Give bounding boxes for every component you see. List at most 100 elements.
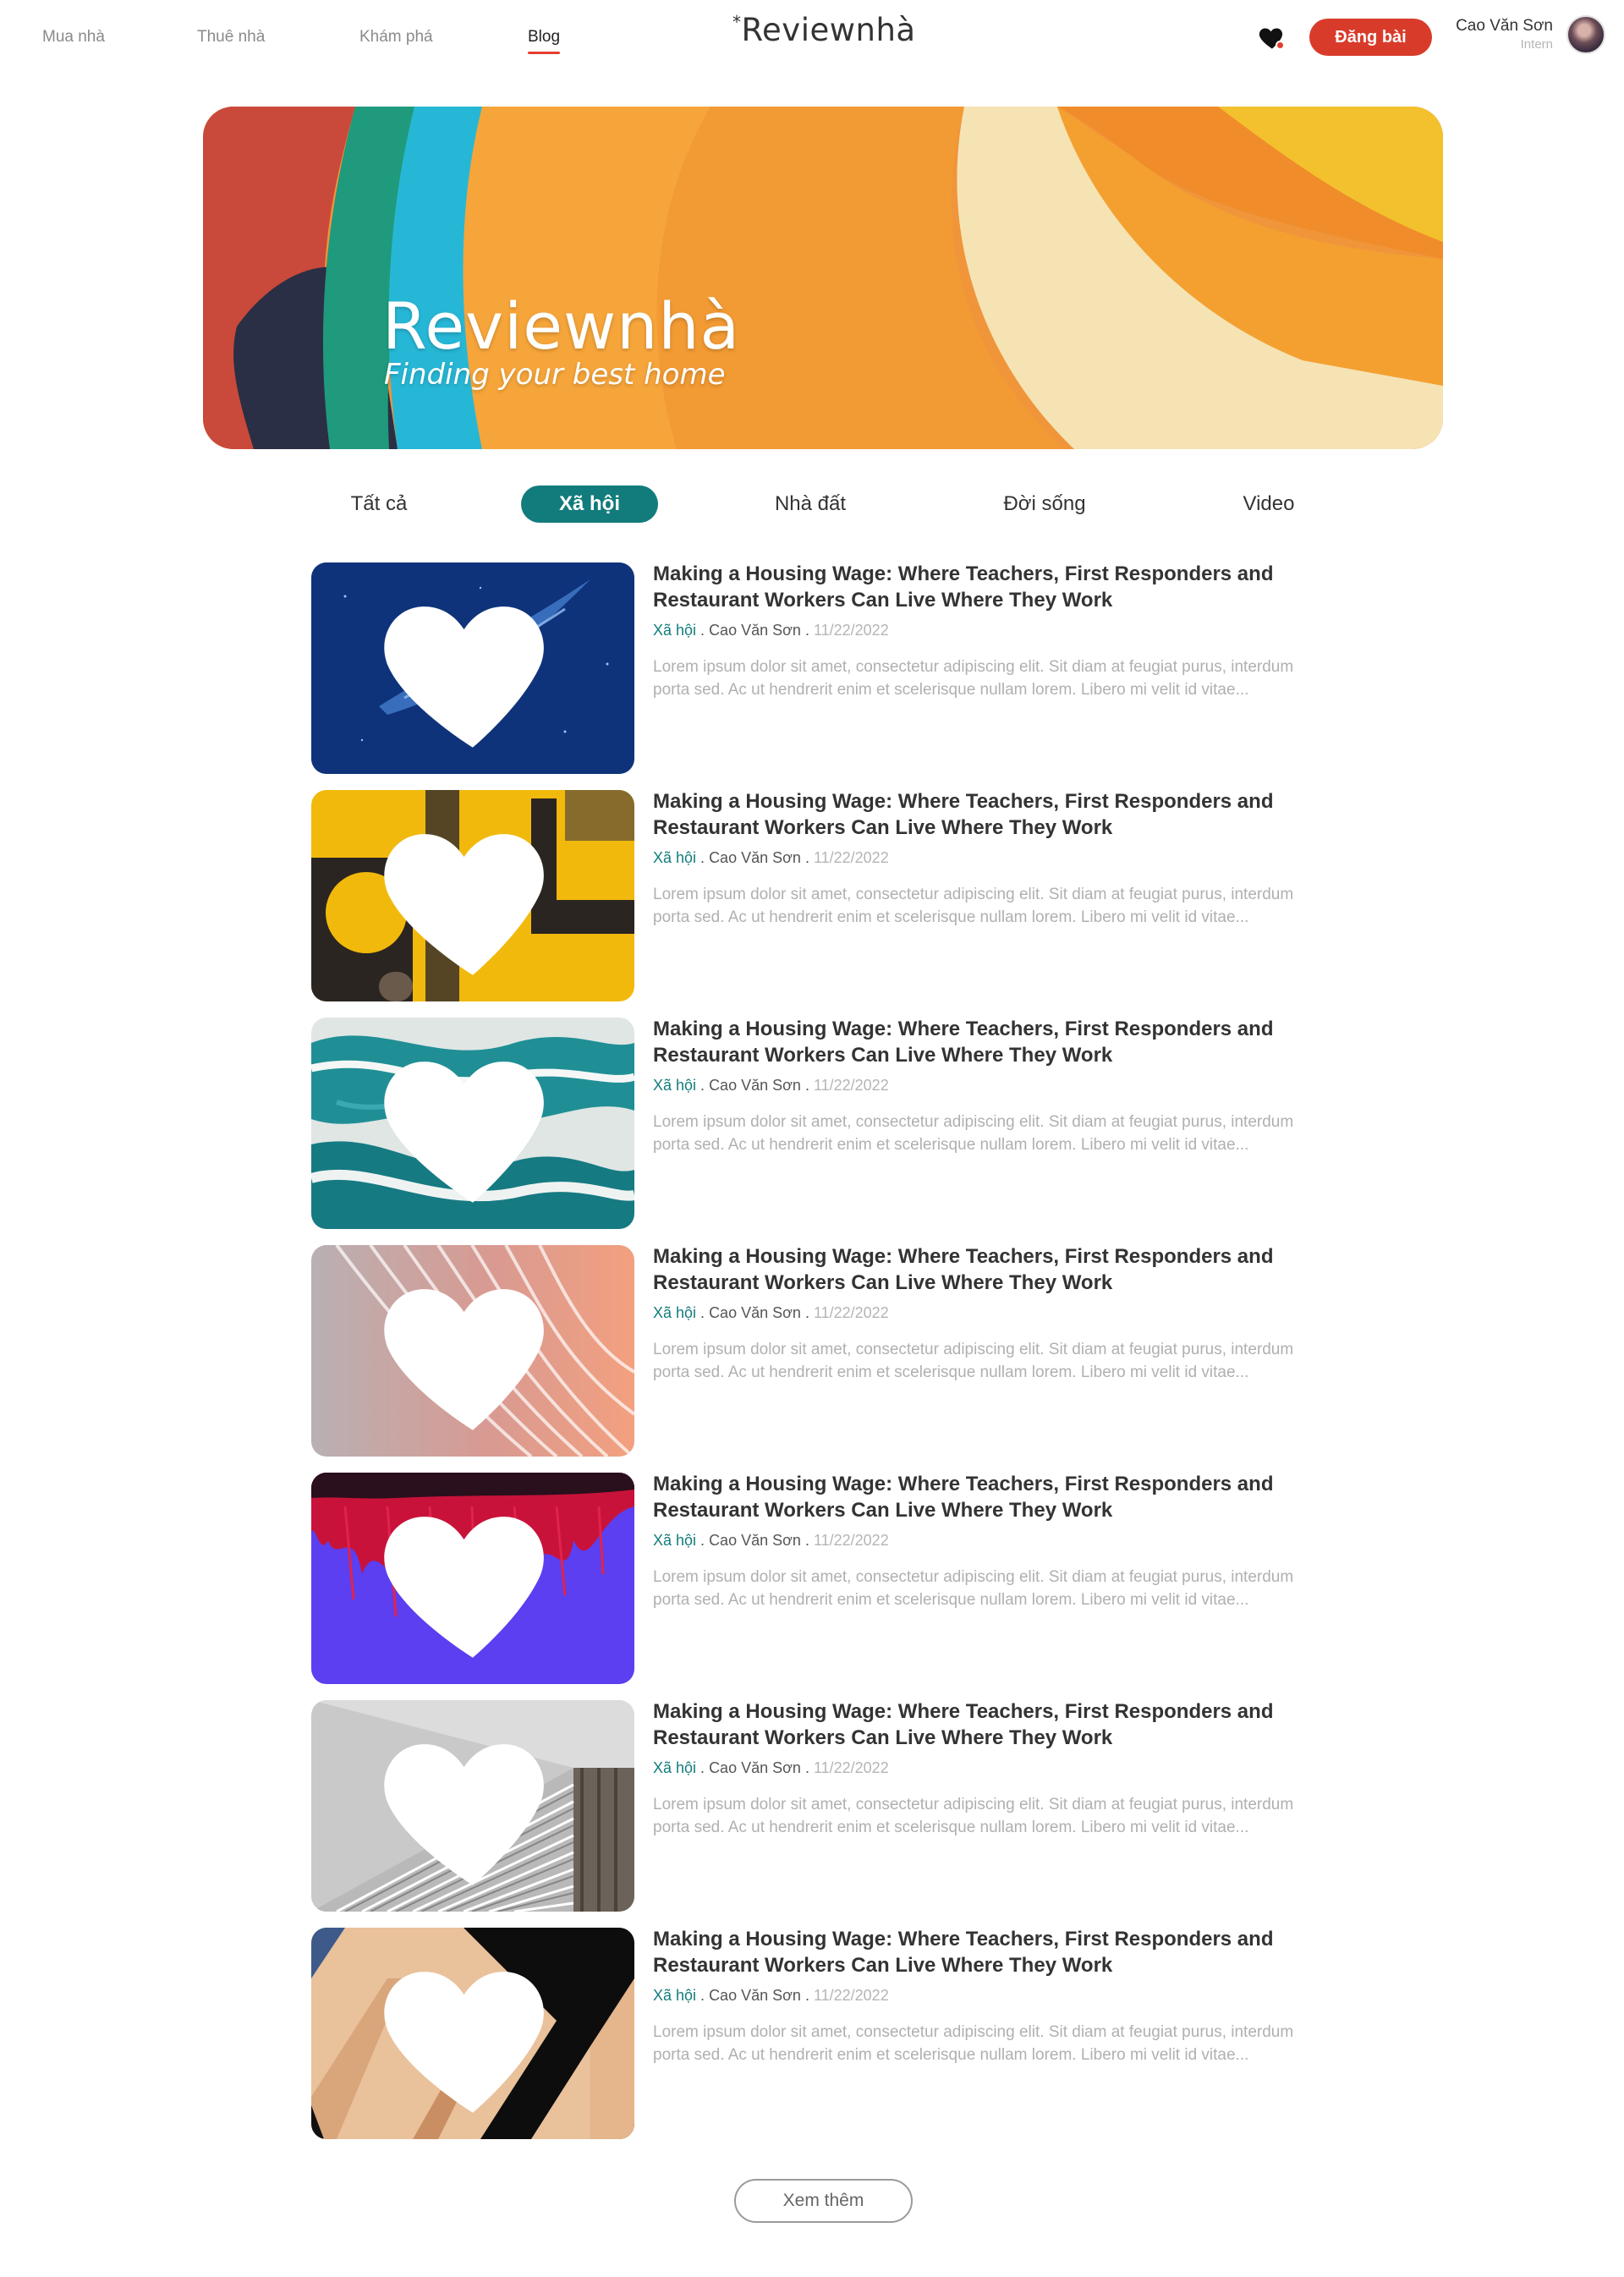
meta-separator: . bbox=[696, 622, 710, 639]
article-thumbnail[interactable] bbox=[311, 1473, 634, 1684]
article-category[interactable]: Xã hội bbox=[653, 622, 696, 639]
nav-blog[interactable]: Blog bbox=[528, 28, 561, 54]
article-title[interactable]: Making a Housing Wage: Where Teachers, F… bbox=[653, 1698, 1321, 1751]
article-card: Making a Housing Wage: Where Teachers, F… bbox=[311, 1928, 1326, 2139]
article-excerpt: Lorem ipsum dolor sit amet, consectetur … bbox=[653, 1568, 1294, 1609]
meta-separator: . bbox=[696, 1304, 710, 1321]
article-author: Cao Văn Sơn bbox=[709, 622, 801, 639]
meta-separator: . bbox=[696, 849, 710, 866]
article-author: Cao Văn Sơn bbox=[709, 1077, 801, 1094]
banner-subtitle: Finding your best home bbox=[384, 358, 726, 392]
heart-icon[interactable] bbox=[311, 562, 634, 774]
meta-separator: . bbox=[696, 1987, 710, 2004]
article-meta: Xã hội . Cao Văn Sơn . 11/22/2022 bbox=[653, 1759, 889, 1777]
logo-mark: * bbox=[732, 12, 742, 32]
article-title[interactable]: Making a Housing Wage: Where Teachers, F… bbox=[653, 1016, 1321, 1068]
article-category[interactable]: Xã hội bbox=[653, 849, 696, 866]
meta-separator: . bbox=[800, 1077, 814, 1094]
hero-banner: Reviewnhà Finding your best home bbox=[203, 107, 1443, 449]
article-date: 11/22/2022 bbox=[813, 1077, 889, 1094]
heart-icon[interactable] bbox=[311, 790, 634, 1001]
article-date: 11/22/2022 bbox=[813, 1304, 889, 1321]
meta-separator: . bbox=[696, 1759, 710, 1776]
article-excerpt: Lorem ipsum dolor sit amet, consectetur … bbox=[653, 658, 1294, 699]
article-thumbnail[interactable] bbox=[311, 1928, 634, 2139]
article-date: 11/22/2022 bbox=[813, 1759, 889, 1776]
article-category[interactable]: Xã hội bbox=[653, 1304, 696, 1321]
article-excerpt: Lorem ipsum dolor sit amet, consectetur … bbox=[653, 1796, 1294, 1836]
article-category[interactable]: Xã hội bbox=[653, 1759, 696, 1776]
article-meta: Xã hội . Cao Văn Sơn . 11/22/2022 bbox=[653, 849, 889, 867]
article-excerpt: Lorem ipsum dolor sit amet, consectetur … bbox=[653, 1113, 1294, 1154]
meta-separator: . bbox=[800, 1532, 814, 1549]
article-card: Making a Housing Wage: Where Teachers, F… bbox=[311, 1018, 1326, 1229]
article-meta: Xã hội . Cao Văn Sơn . 11/22/2022 bbox=[653, 622, 889, 639]
heart-icon[interactable] bbox=[311, 1928, 634, 2139]
avatar bbox=[1566, 15, 1605, 54]
article-card: Making a Housing Wage: Where Teachers, F… bbox=[311, 562, 1326, 774]
top-navbar: Mua nhà Thuê nhà Khám phá Blog *Reviewnh… bbox=[0, 0, 1624, 76]
favorites-button[interactable] bbox=[1257, 22, 1287, 52]
banner-artwork bbox=[203, 107, 1443, 449]
article-thumbnail[interactable] bbox=[311, 1245, 634, 1457]
article-date: 11/22/2022 bbox=[813, 849, 889, 866]
tab-nha-dat[interactable]: Nhà đất bbox=[760, 486, 861, 523]
logo-text: Reviewnhà bbox=[741, 12, 916, 48]
load-more-button[interactable]: Xem thêm bbox=[734, 2179, 913, 2223]
tab-doi-song[interactable]: Đời sống bbox=[990, 486, 1100, 523]
heart-icon[interactable] bbox=[311, 1245, 634, 1457]
article-excerpt: Lorem ipsum dolor sit amet, consectetur … bbox=[653, 886, 1294, 926]
article-thumbnail[interactable] bbox=[311, 1018, 634, 1229]
article-excerpt: Lorem ipsum dolor sit amet, consectetur … bbox=[653, 2023, 1294, 2064]
tab-video[interactable]: Video bbox=[1231, 486, 1307, 523]
article-date: 11/22/2022 bbox=[813, 622, 889, 639]
meta-separator: . bbox=[696, 1077, 710, 1094]
meta-separator: . bbox=[800, 849, 814, 866]
banner-title: Reviewnhà bbox=[382, 288, 741, 364]
user-name: Cao Văn Sơn bbox=[1456, 17, 1553, 35]
article-title[interactable]: Making a Housing Wage: Where Teachers, F… bbox=[653, 788, 1321, 841]
article-card: Making a Housing Wage: Where Teachers, F… bbox=[311, 1700, 1326, 1912]
article-date: 11/22/2022 bbox=[813, 1987, 889, 2004]
article-category[interactable]: Xã hội bbox=[653, 1077, 696, 1094]
article-author: Cao Văn Sơn bbox=[709, 1532, 801, 1549]
article-date: 11/22/2022 bbox=[813, 1532, 889, 1549]
article-title[interactable]: Making a Housing Wage: Where Teachers, F… bbox=[653, 1471, 1321, 1523]
article-meta: Xã hội . Cao Văn Sơn . 11/22/2022 bbox=[653, 1532, 889, 1550]
article-thumbnail[interactable] bbox=[311, 562, 634, 774]
user-profile[interactable]: Cao Văn Sơn Intern bbox=[1453, 15, 1605, 58]
heart-icon[interactable] bbox=[311, 1018, 634, 1229]
nav-kham-pha[interactable]: Khám phá bbox=[359, 28, 433, 47]
article-category[interactable]: Xã hội bbox=[653, 1987, 696, 2004]
nav-mua-nha[interactable]: Mua nhà bbox=[42, 28, 105, 47]
article-card: Making a Housing Wage: Where Teachers, F… bbox=[311, 1245, 1326, 1457]
article-author: Cao Văn Sơn bbox=[709, 849, 801, 866]
site-logo[interactable]: *Reviewnhà bbox=[732, 12, 916, 48]
meta-separator: . bbox=[800, 1759, 814, 1776]
category-tabs: Tất cả Xã hội Nhà đất Đời sống Video bbox=[0, 486, 1624, 524]
article-card: Making a Housing Wage: Where Teachers, F… bbox=[311, 790, 1326, 1001]
article-thumbnail[interactable] bbox=[311, 1700, 634, 1912]
article-thumbnail[interactable] bbox=[311, 790, 634, 1001]
article-title[interactable]: Making a Housing Wage: Where Teachers, F… bbox=[653, 1243, 1321, 1296]
article-excerpt: Lorem ipsum dolor sit amet, consectetur … bbox=[653, 1341, 1294, 1381]
heart-icon[interactable] bbox=[311, 1473, 634, 1684]
article-title[interactable]: Making a Housing Wage: Where Teachers, F… bbox=[653, 561, 1321, 613]
article-category[interactable]: Xã hội bbox=[653, 1532, 696, 1549]
meta-separator: . bbox=[800, 622, 814, 639]
article-meta: Xã hội . Cao Văn Sơn . 11/22/2022 bbox=[653, 1987, 889, 2005]
meta-separator: . bbox=[800, 1987, 814, 2004]
meta-separator: . bbox=[800, 1304, 814, 1321]
nav-thue-nha[interactable]: Thuê nhà bbox=[197, 28, 265, 47]
heart-icon[interactable] bbox=[311, 1700, 634, 1912]
tab-tat-ca[interactable]: Tất cả bbox=[332, 486, 425, 523]
notification-dot bbox=[1276, 41, 1285, 50]
article-meta: Xã hội . Cao Văn Sơn . 11/22/2022 bbox=[653, 1304, 889, 1322]
tab-xa-hoi[interactable]: Xã hội bbox=[521, 486, 658, 523]
article-meta: Xã hội . Cao Văn Sơn . 11/22/2022 bbox=[653, 1077, 889, 1095]
article-card: Making a Housing Wage: Where Teachers, F… bbox=[311, 1473, 1326, 1684]
article-title[interactable]: Making a Housing Wage: Where Teachers, F… bbox=[653, 1926, 1321, 1978]
post-article-button[interactable]: Đăng bài bbox=[1309, 19, 1432, 56]
article-author: Cao Văn Sơn bbox=[709, 1987, 801, 2004]
meta-separator: . bbox=[696, 1532, 710, 1549]
